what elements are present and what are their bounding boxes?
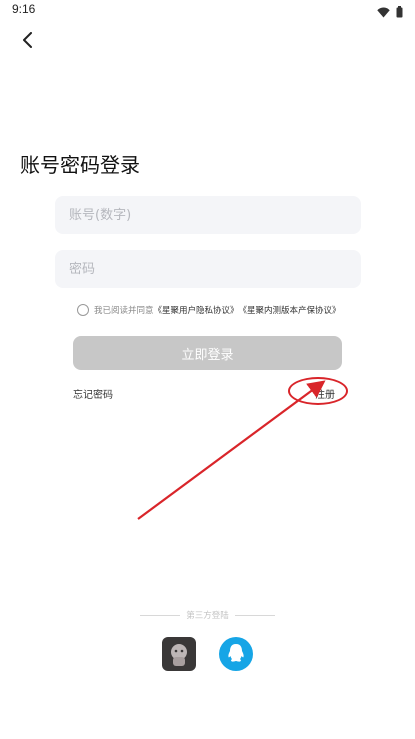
chevron-left-icon xyxy=(21,32,35,52)
third-party-label: 第三方登陆 xyxy=(186,611,229,621)
account-field-wrapper xyxy=(55,196,361,234)
login-button[interactable]: 立即登录 xyxy=(73,336,342,370)
privacy-agreement-link[interactable]: 《星聚用户隐私协议》 xyxy=(154,304,239,316)
divider-line-left xyxy=(140,614,181,616)
password-input[interactable] xyxy=(55,250,361,288)
agree-radio[interactable] xyxy=(77,304,89,316)
qq-icon xyxy=(228,644,244,662)
wifi-icon xyxy=(377,3,390,22)
qq-login-button[interactable] xyxy=(219,637,253,671)
divider-line-right xyxy=(234,614,275,616)
app-avatar-icon xyxy=(171,644,187,666)
agree-prefix-text: 我已阅读并同意 xyxy=(94,306,154,316)
status-bar: 9:16 xyxy=(0,0,415,20)
copyright-agreement-link[interactable]: 《星聚内测版本产保协议》 xyxy=(239,304,341,316)
agreement-row: 我已阅读并同意 《星聚用户隐私协议》 《星聚内测版本产保协议》 xyxy=(77,302,341,318)
password-field-wrapper xyxy=(55,250,361,288)
app-login-icon[interactable] xyxy=(162,637,196,671)
account-input[interactable] xyxy=(55,196,361,234)
back-button[interactable] xyxy=(14,28,42,56)
third-party-divider: 第三方登陆 xyxy=(0,609,415,621)
status-time: 9:16 xyxy=(12,2,36,16)
annotation-circle xyxy=(288,377,348,405)
battery-icon xyxy=(396,3,403,22)
status-icons xyxy=(377,3,403,22)
forgot-password-link[interactable]: 忘记密码 xyxy=(73,386,113,401)
page-title: 账号密码登录 xyxy=(20,153,140,177)
